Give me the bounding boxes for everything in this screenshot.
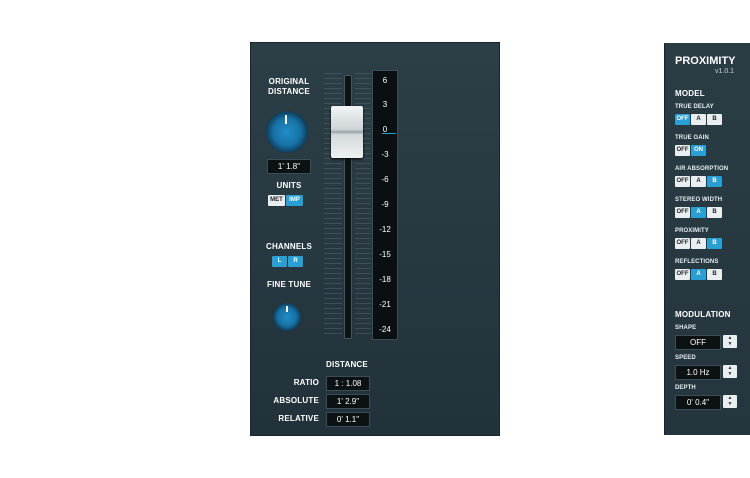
relative-readout: 0' 1.1" <box>326 412 370 427</box>
shape-readout[interactable]: OFF <box>675 335 721 350</box>
plugin-version: v1.0.1 <box>715 68 735 75</box>
true-gain-selector: OFF ON <box>675 145 707 163</box>
depth-label: DEPTH <box>675 385 696 391</box>
true-delay-b-button[interactable]: B <box>707 114 722 125</box>
units-label: UNITS <box>276 181 302 190</box>
air-absorption-selector: OFF A B <box>675 176 723 194</box>
knob-indicator <box>286 306 288 312</box>
meter-tick: -24 <box>379 325 391 334</box>
reflections-selector: OFF A B <box>675 269 723 287</box>
proximity-model-selector: OFF A B <box>675 238 723 256</box>
original-distance-label-line1: ORIGINAL <box>268 77 310 86</box>
plugin-title: PROXIMITY <box>675 55 736 67</box>
air-absorption-off-button[interactable]: OFF <box>675 176 690 187</box>
true-delay-label: TRUE DELAY <box>675 104 714 110</box>
true-delay-selector: OFF A B <box>675 114 723 132</box>
shape-stepper[interactable]: ▲ ▼ <box>723 335 737 348</box>
original-distance-knob[interactable] <box>266 111 308 153</box>
reflections-b-button[interactable]: B <box>707 269 722 280</box>
meter-tick: -21 <box>379 300 391 309</box>
depth-stepper[interactable]: ▲ ▼ <box>723 395 737 408</box>
true-gain-label: TRUE GAIN <box>675 135 709 141</box>
air-absorption-b-button[interactable]: B <box>707 176 722 187</box>
stereo-width-label: STEREO WIDTH <box>675 197 723 203</box>
units-imp-button[interactable]: IMP <box>286 195 303 206</box>
channel-l-button[interactable]: L <box>272 256 287 267</box>
proximity-a-button[interactable]: A <box>691 238 706 249</box>
absolute-readout: 1' 2.9" <box>326 394 370 409</box>
absolute-label: ABSOLUTE <box>273 396 319 405</box>
proximity-model-label: PROXIMITY <box>675 228 709 234</box>
stereo-width-selector: OFF A B <box>675 207 723 225</box>
chevron-down-icon[interactable]: ▼ <box>723 371 737 377</box>
channel-r-button[interactable]: R <box>288 256 303 267</box>
fine-tune-knob[interactable] <box>273 303 301 331</box>
ratio-readout: 1 : 1.08 <box>326 376 370 391</box>
units-met-button[interactable]: MET <box>268 195 285 206</box>
reflections-a-button[interactable]: A <box>691 269 706 280</box>
shape-label: SHAPE <box>675 325 697 331</box>
meter-tick: -3 <box>381 150 389 159</box>
true-delay-off-button[interactable]: OFF <box>675 114 690 125</box>
meter-tick: 6 <box>382 76 388 85</box>
knob-indicator <box>285 115 287 124</box>
meter-tick: -12 <box>379 225 391 234</box>
model-header: MODEL <box>675 89 705 98</box>
meter-tick: -9 <box>381 200 389 209</box>
true-gain-on-button[interactable]: ON <box>691 145 706 156</box>
reflections-off-button[interactable]: OFF <box>675 269 690 280</box>
stereo-width-b-button[interactable]: B <box>707 207 722 218</box>
distance-header: DISTANCE <box>326 360 368 369</box>
meter-tick: 3 <box>382 100 388 109</box>
true-gain-off-button[interactable]: OFF <box>675 145 690 156</box>
original-distance-readout[interactable]: 1' 1.8" <box>267 159 311 174</box>
air-absorption-a-button[interactable]: A <box>691 176 706 187</box>
ratio-label: RATIO <box>293 378 319 387</box>
reflections-label: REFLECTIONS <box>675 259 719 265</box>
channels-label: CHANNELS <box>265 242 313 251</box>
stereo-width-off-button[interactable]: OFF <box>675 207 690 218</box>
meter-tick: -6 <box>381 175 389 184</box>
original-distance-label: ORIGINAL DISTANCE <box>259 77 319 97</box>
units-selector: MET IMP <box>268 195 304 213</box>
proximity-b-button[interactable]: B <box>707 238 722 249</box>
right-panel: PROXIMITY v1.0.1 MODEL TRUE DELAY OFF A B … <box>664 43 750 435</box>
chevron-down-icon[interactable]: ▼ <box>723 341 737 347</box>
original-distance-label-line2: DISTANCE <box>268 87 310 96</box>
speed-readout[interactable]: 1.0 Hz <box>675 365 721 380</box>
chevron-down-icon[interactable]: ▼ <box>723 401 737 407</box>
modulation-header: MODULATION <box>675 310 731 319</box>
true-delay-a-button[interactable]: A <box>691 114 706 125</box>
meter-tick: -15 <box>379 250 391 259</box>
relative-label: RELATIVE <box>278 414 319 423</box>
proximity-off-button[interactable]: OFF <box>675 238 690 249</box>
meter-tick: -18 <box>379 275 391 284</box>
level-meter: 6 3 0 -3 -6 -9 -12 -15 -18 -21 -24 <box>372 70 398 340</box>
depth-readout[interactable]: 0' 0.4" <box>675 395 721 410</box>
fine-tune-label: FINE TUNE <box>266 280 312 289</box>
meter-zero-marker <box>382 133 396 134</box>
proximity-plugin-window: ORIGINAL DISTANCE 1' 1.8" UNITS MET IMP C… <box>251 43 750 435</box>
air-absorption-label: AIR ABSORPTION <box>675 166 729 172</box>
speed-stepper[interactable]: ▲ ▼ <box>723 365 737 378</box>
stereo-width-a-button[interactable]: A <box>691 207 706 218</box>
channels-selector: LR <box>272 256 304 274</box>
speed-label: SPEED <box>675 355 696 361</box>
distance-fader-handle[interactable] <box>331 106 363 158</box>
